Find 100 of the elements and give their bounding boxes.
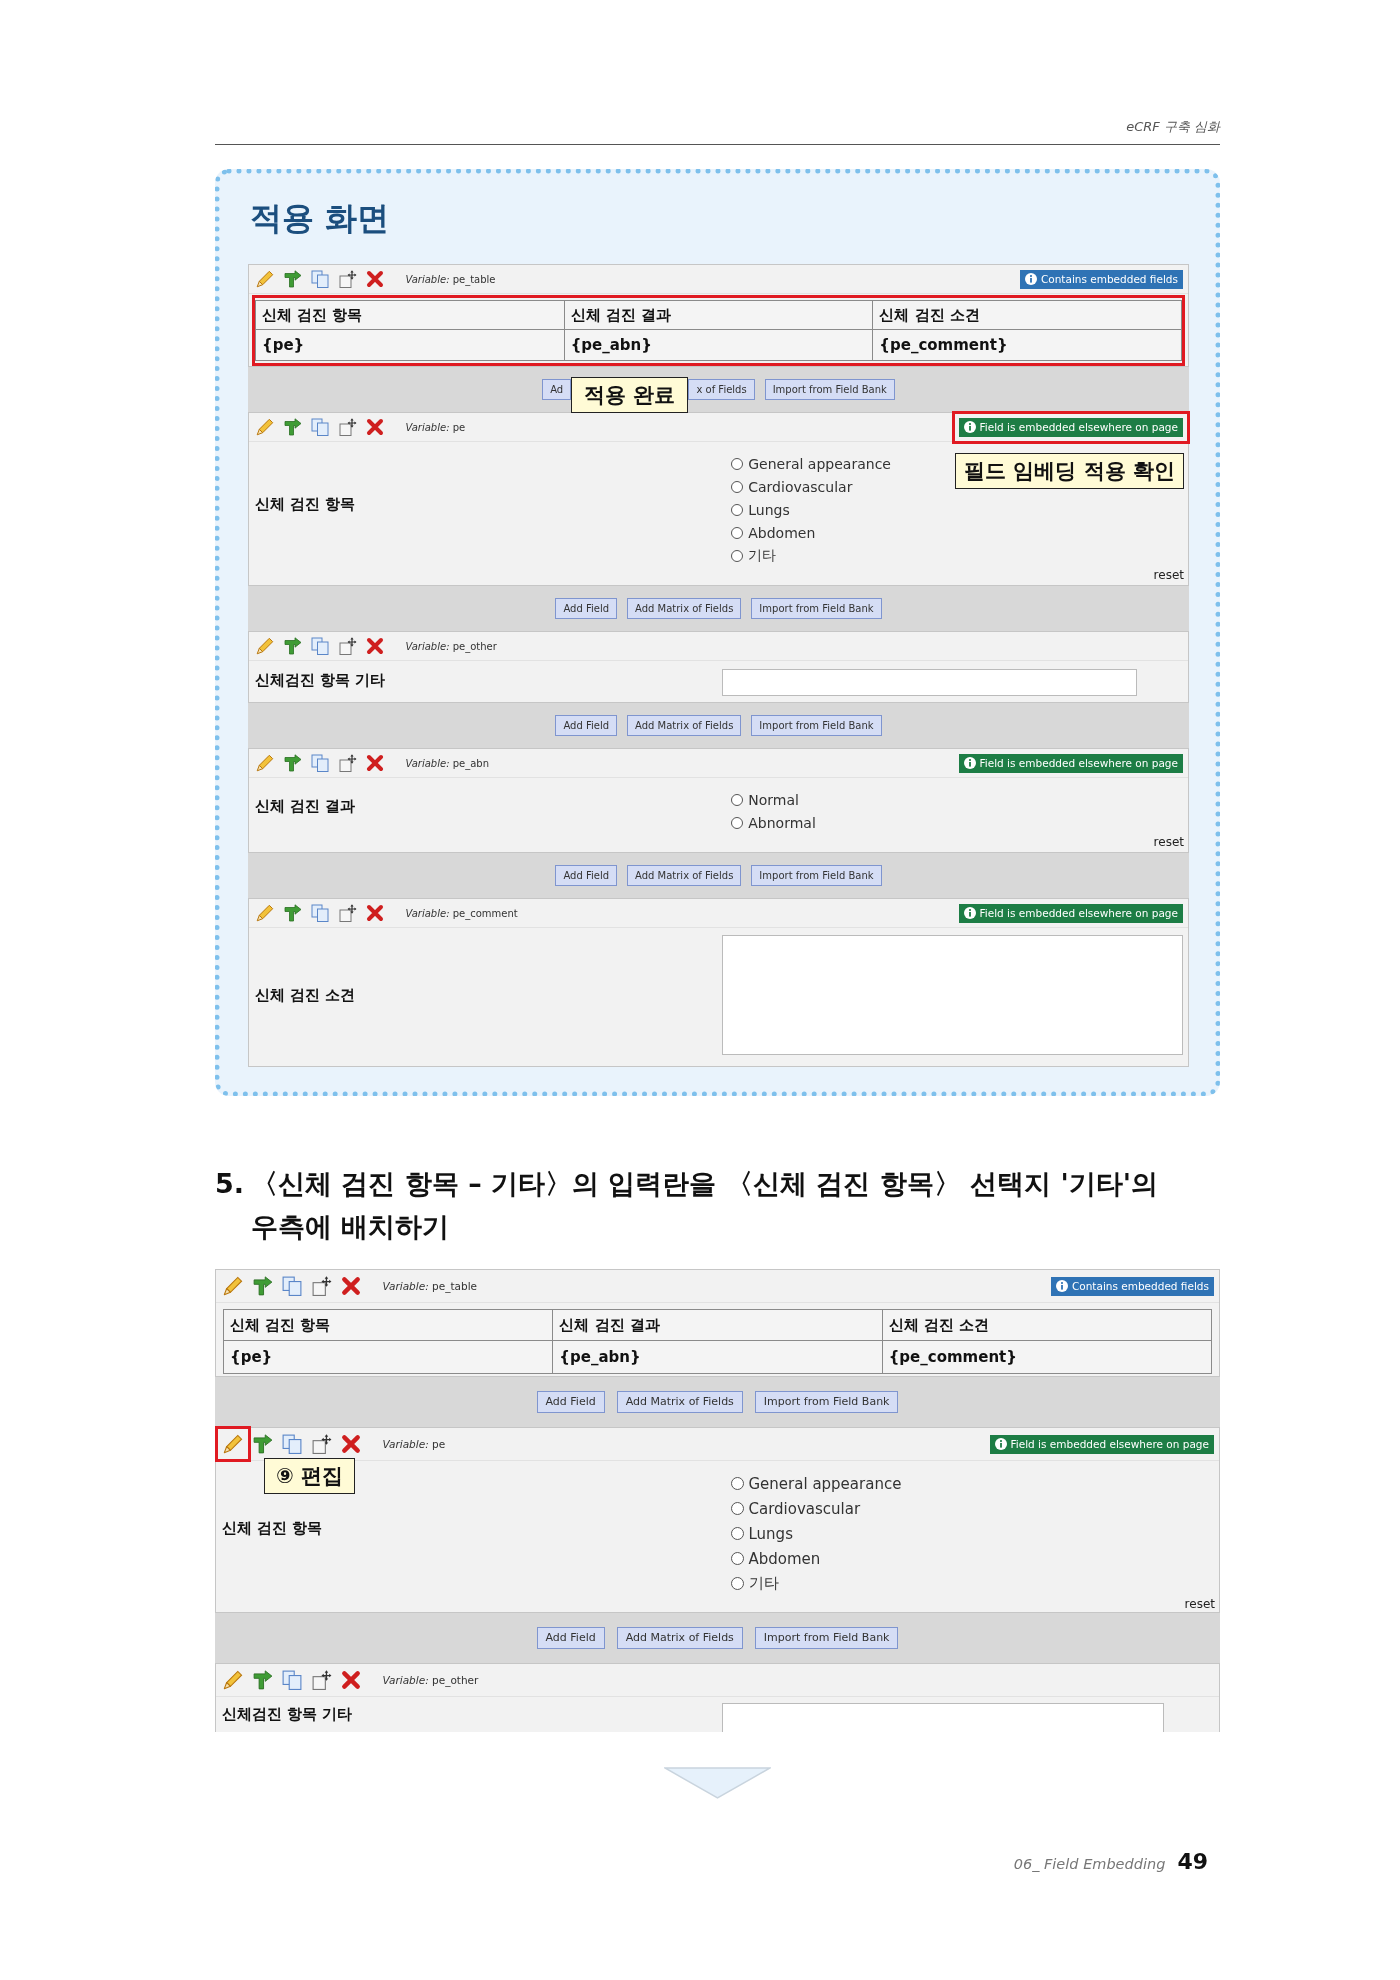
table-cell: {pe_abn} — [564, 329, 873, 361]
copy-pages-icon[interactable] — [311, 418, 329, 436]
action-button[interactable]: Add Matrix of Fields — [627, 715, 742, 736]
copy-pages-icon[interactable] — [311, 754, 329, 772]
text-input[interactable] — [721, 1703, 1165, 1732]
radio-button[interactable] — [731, 503, 744, 516]
variable-label: Variable: pe — [405, 421, 466, 433]
fork-arrow-icon[interactable] — [283, 418, 302, 436]
badge-text: Field is embedded elsewhere on page — [979, 421, 1178, 433]
radio-button[interactable] — [731, 526, 744, 539]
option-label: Abdomen — [748, 1549, 821, 1568]
column-header: 신체 검진 결과 — [552, 1309, 883, 1341]
radio-button[interactable] — [731, 480, 744, 493]
reset-link[interactable]: reset — [1184, 1596, 1215, 1612]
action-button[interactable]: Import from Field Bank — [751, 865, 882, 886]
cross-icon[interactable] — [366, 637, 384, 655]
step-number: 5. — [215, 1167, 246, 1201]
action-button[interactable]: Import from Field Bank — [751, 598, 882, 619]
page-arrows-icon[interactable] — [338, 754, 357, 772]
page-arrows-icon[interactable] — [338, 904, 357, 922]
radio-button[interactable] — [730, 1552, 744, 1565]
fork-arrow-icon[interactable] — [283, 637, 302, 655]
chapter-title: 06_ Field Embedding — [1013, 1856, 1166, 1872]
text-input[interactable] — [722, 669, 1137, 696]
variable-label: Variable: pe_comment — [405, 907, 518, 919]
cross-icon[interactable] — [341, 1434, 361, 1454]
option-label: 기타 — [748, 546, 777, 565]
action-button[interactable]: Import from Field Bank — [751, 715, 882, 736]
pencil-icon[interactable] — [256, 754, 274, 772]
page-arrows-icon[interactable] — [311, 1276, 332, 1296]
cross-icon[interactable] — [366, 904, 384, 922]
variable-label: Variable: pe_abn — [405, 757, 489, 769]
action-button[interactable]: Add Field — [555, 865, 618, 886]
action-button[interactable]: Import from Field Bank — [754, 1627, 899, 1649]
column-header: 신체 검진 결과 — [564, 300, 873, 330]
badge-text: Contains embedded fields — [1040, 273, 1178, 285]
radio-button[interactable] — [731, 549, 744, 562]
radio-button[interactable] — [730, 1527, 744, 1540]
reset-link[interactable]: reset — [1153, 567, 1184, 583]
action-button[interactable]: Ad — [542, 379, 572, 400]
cross-icon[interactable] — [366, 418, 384, 436]
fork-arrow-icon[interactable] — [283, 754, 302, 772]
column-header: 신체 검진 소견 — [882, 1309, 1212, 1341]
action-button[interactable]: Add Field — [555, 598, 618, 619]
copy-pages-icon[interactable] — [282, 1276, 302, 1296]
action-button[interactable]: x of Fields — [688, 379, 755, 400]
action-button[interactable]: Add Matrix of Fields — [627, 598, 742, 619]
action-button[interactable]: Add Field — [536, 1627, 605, 1649]
fork-arrow-icon[interactable] — [283, 904, 302, 922]
field-label: 신체 검진 결과 — [255, 796, 356, 816]
fork-arrow-icon[interactable] — [252, 1670, 273, 1690]
reset-link[interactable]: reset — [1153, 834, 1184, 850]
page-number: 49 — [1177, 1849, 1208, 1874]
pencil-icon[interactable] — [256, 270, 274, 288]
pencil-icon[interactable] — [256, 418, 274, 436]
table-cell: {pe_comment} — [872, 329, 1182, 361]
option-label: General appearance — [748, 455, 891, 472]
copy-pages-icon[interactable] — [282, 1670, 302, 1690]
copy-pages-icon[interactable] — [311, 904, 329, 922]
fork-arrow-icon[interactable] — [252, 1434, 273, 1454]
page-arrows-icon[interactable] — [338, 418, 357, 436]
page-arrows-icon[interactable] — [311, 1670, 332, 1690]
cross-icon[interactable] — [341, 1670, 361, 1690]
action-button[interactable]: Add Field — [536, 1391, 605, 1413]
pencil-icon[interactable] — [223, 1434, 243, 1454]
pencil-icon[interactable] — [256, 637, 274, 655]
step-title: 〈신체 검진 항목 – 기타〉의 입력란을 〈신체 검진 항목〉 선택지 '기타'의 우측에 배치하기 — [251, 1167, 1160, 1244]
action-button[interactable]: Add Matrix of Fields — [627, 865, 742, 886]
copy-pages-icon[interactable] — [311, 637, 329, 655]
page-arrows-icon[interactable] — [311, 1434, 332, 1454]
radio-button[interactable] — [731, 816, 744, 829]
action-button[interactable]: Add Matrix of Fields — [616, 1627, 743, 1649]
table-cell: {pe_abn} — [552, 1340, 883, 1374]
variable-label: Variable: pe_other — [405, 640, 497, 652]
badge-text: Field is embedded elsewhere on page — [979, 907, 1178, 919]
field-label: 신체검진 항목 기타 — [255, 671, 386, 690]
radio-button[interactable] — [730, 1477, 744, 1490]
radio-button[interactable] — [731, 793, 744, 806]
action-button[interactable]: Add Matrix of Fields — [616, 1391, 743, 1413]
radio-button[interactable] — [730, 1577, 744, 1590]
radio-button[interactable] — [730, 1502, 744, 1515]
radio-button[interactable] — [731, 457, 744, 470]
copy-pages-icon[interactable] — [311, 270, 329, 288]
pencil-icon[interactable] — [256, 904, 274, 922]
cross-icon[interactable] — [366, 270, 384, 288]
action-button[interactable]: Add Field — [555, 715, 618, 736]
action-button[interactable]: Import from Field Bank — [764, 379, 895, 400]
copy-pages-icon[interactable] — [282, 1434, 302, 1454]
page-arrows-icon[interactable] — [338, 637, 357, 655]
fork-arrow-icon[interactable] — [252, 1276, 273, 1296]
action-button[interactable]: Import from Field Bank — [754, 1391, 899, 1413]
field-label: 신체 검진 소견 — [255, 985, 356, 1005]
pencil-icon[interactable] — [223, 1276, 243, 1296]
cross-icon[interactable] — [341, 1276, 361, 1296]
field-label: 신체 검진 항목 — [255, 495, 356, 514]
cross-icon[interactable] — [366, 754, 384, 772]
pencil-icon[interactable] — [223, 1670, 243, 1690]
option-label: Abdomen — [748, 524, 816, 541]
page-arrows-icon[interactable] — [338, 270, 357, 288]
fork-arrow-icon[interactable] — [283, 270, 302, 288]
